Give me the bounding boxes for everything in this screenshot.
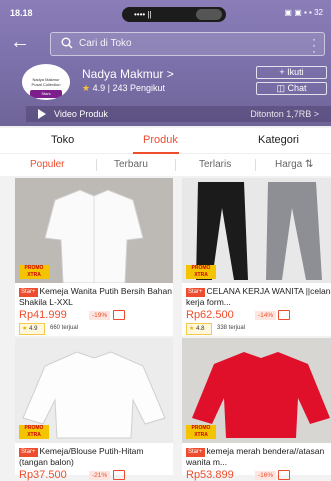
discount-badge: -14% <box>255 311 277 320</box>
product-grid: PROMO XTRA Star+ Kemeja Wanita Putih Bers… <box>0 178 331 481</box>
discount-badge: -21% <box>89 471 111 480</box>
sold-count: 338 terjual <box>217 325 246 331</box>
search-icon <box>61 37 73 49</box>
cod-icon <box>278 470 290 480</box>
logo-tag: Stars <box>30 90 62 98</box>
shop-name[interactable]: Nadya Makmur > <box>82 67 174 81</box>
promo-tag: PROMO XTRA <box>186 265 216 279</box>
sort-terlaris[interactable]: Terlaris <box>199 159 231 170</box>
sort-divider <box>96 159 97 171</box>
promo-tag: PROMO XTRA <box>186 425 216 439</box>
sort-bar: Populer Terbaru Terlaris Harga ⇅ <box>0 154 331 176</box>
product-title: Star+ kemeja merah bendera//atasan wanita… <box>186 446 331 467</box>
status-time: 18.18 <box>10 8 33 18</box>
rating-badge: ★ 4.9 <box>19 323 45 335</box>
chat-icon: ◫ <box>276 83 285 93</box>
discount-badge: -16% <box>255 471 277 480</box>
product-title: Star+ CELANA KERJA WANITA ||celana kerja … <box>186 286 331 307</box>
product-title-text: CELANA KERJA WANITA ||celana kerja form.… <box>186 286 331 307</box>
play-icon <box>38 109 46 119</box>
shop-followers: 243 Pengikut <box>112 83 166 93</box>
star-icon: ★ <box>189 326 195 332</box>
search-placeholder: Cari di Toko <box>79 38 132 49</box>
promo-tag: PROMO XTRA <box>19 425 49 439</box>
product-title-text: Kemeja/Blouse Putih-Hitam (tangan balon) <box>19 446 144 467</box>
status-bar: 18.18 •••• || ▣ ▣ ▪ ▪ 32 <box>10 6 323 22</box>
chat-button[interactable]: ◫ Chat <box>256 82 327 95</box>
star-plus-badge: Star+ <box>186 288 205 297</box>
back-arrow-icon[interactable]: ← <box>10 32 30 52</box>
product-title-text: kemeja merah bendera//atasan wanita m... <box>186 446 325 467</box>
product-card[interactable]: PROMO XTRA Star+ kemeja merah bendera//at… <box>182 338 331 481</box>
chat-label: Chat <box>287 83 307 93</box>
product-price: Rp37.500 <box>19 469 67 481</box>
product-price: Rp41.999 <box>19 309 67 321</box>
video-product-bar[interactable]: Video Produk Ditonton 1,7RB > <box>26 106 331 122</box>
star-icon: ★ <box>82 83 91 93</box>
discount-badge: -19% <box>89 311 111 320</box>
search-input[interactable]: Cari di Toko · · · <box>50 32 325 57</box>
video-views: Ditonton 1,7RB > <box>250 109 319 119</box>
sort-harga[interactable]: Harga ⇅ <box>275 159 313 170</box>
shop-rating: ★ 4.9 | 243 Pengikut <box>82 83 165 94</box>
cod-icon <box>278 310 290 320</box>
cod-icon <box>113 310 125 320</box>
star-plus-badge: Star+ <box>19 288 38 297</box>
more-options-icon[interactable]: · · · <box>311 33 317 57</box>
music-icon <box>196 9 222 20</box>
product-card[interactable]: PROMO XTRA Star+ Kemeja Wanita Putih Bers… <box>15 178 173 336</box>
follow-button[interactable]: + Ikuti <box>256 66 327 79</box>
sort-divider <box>175 159 176 171</box>
dynamic-island: •••• || <box>122 7 226 22</box>
star-plus-badge: Star+ <box>19 448 38 457</box>
product-card[interactable]: PROMO XTRA Star+ CELANA KERJA WANITA ||ce… <box>182 178 331 336</box>
shop-rating-value: 4.9 <box>92 83 106 93</box>
shop-logo[interactable]: Nadya Makmur Pusat Collection Stars <box>22 64 70 100</box>
shop-tabs: Toko Produk Kategori <box>0 128 331 154</box>
shop-header: 18.18 •••• || ▣ ▣ ▪ ▪ 32 ← Cari di Toko … <box>0 0 331 126</box>
product-price: Rp62.500 <box>186 309 234 321</box>
tab-kategori[interactable]: Kategori <box>258 134 299 146</box>
cod-icon <box>113 470 125 480</box>
sort-populer[interactable]: Populer <box>30 159 64 170</box>
product-title: Star+ Kemeja/Blouse Putih-Hitam (tangan b… <box>19 446 173 467</box>
sold-count: 660 terjual <box>50 325 79 331</box>
promo-tag: PROMO XTRA <box>19 265 49 279</box>
product-price: Rp53.899 <box>186 469 234 481</box>
star-icon: ★ <box>22 326 28 332</box>
star-plus-badge: Star+ <box>186 448 205 457</box>
sort-terbaru[interactable]: Terbaru <box>114 159 148 170</box>
product-card[interactable]: PROMO XTRA Star+ Kemeja/Blouse Putih-Hita… <box>15 338 173 481</box>
product-title-text: Kemeja Wanita Putih Bersih Bahan Shakila… <box>19 286 172 307</box>
product-title: Star+ Kemeja Wanita Putih Bersih Bahan Sh… <box>19 286 173 307</box>
video-label: Video Produk <box>54 109 108 119</box>
tab-toko[interactable]: Toko <box>51 134 74 146</box>
product-rating: 4.8 <box>196 326 205 332</box>
status-icons: ▣ ▣ ▪ ▪ 32 <box>284 8 323 17</box>
rating-badge: ★ 4.8 <box>186 323 212 335</box>
pill-text: •••• || <box>134 10 152 19</box>
sort-divider <box>255 159 256 171</box>
shop-info: Nadya Makmur Pusat Collection Stars Nady… <box>0 64 331 102</box>
top-bar: ← Cari di Toko · · · <box>0 30 331 58</box>
product-rating: 4.9 <box>29 326 38 332</box>
tab-produk[interactable]: Produk <box>143 134 178 146</box>
logo-line2: Pusat Collection <box>31 82 61 87</box>
